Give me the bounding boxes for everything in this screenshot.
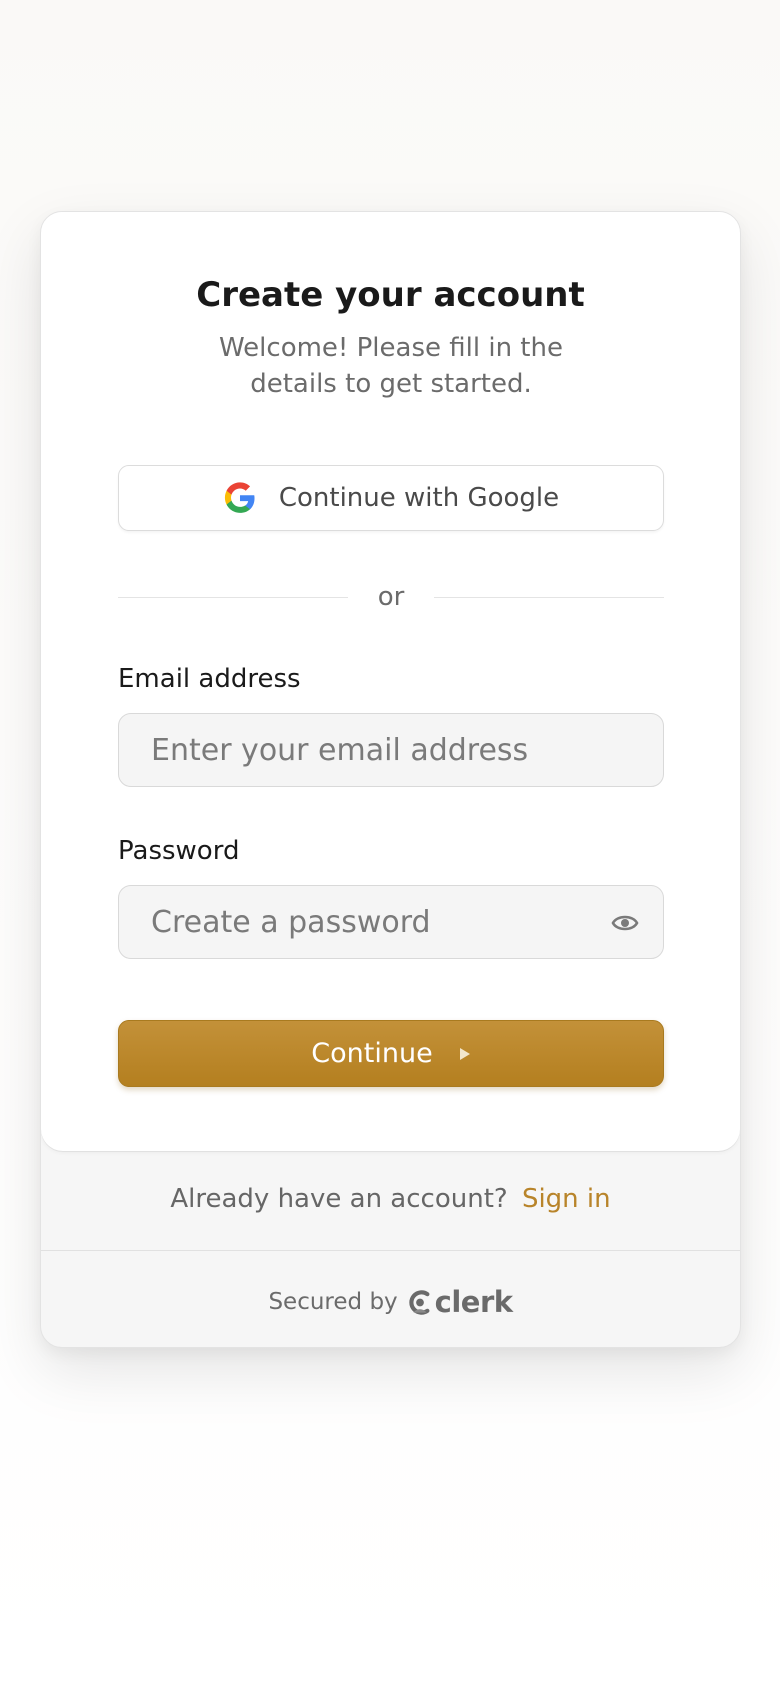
divider-line-right — [434, 596, 665, 598]
continue-with-google-button[interactable]: Continue with Google — [118, 465, 664, 531]
continue-button[interactable]: Continue — [118, 1020, 664, 1087]
secured-by-badge[interactable]: Secured by clerk — [41, 1285, 740, 1319]
footer-divider — [41, 1250, 740, 1251]
email-label: Email address — [118, 664, 301, 694]
divider-line-left — [118, 596, 348, 598]
divider-text: or — [377, 582, 405, 612]
or-divider: or — [118, 577, 665, 617]
eye-icon[interactable] — [611, 910, 639, 936]
signup-card: Create your account Welcome! Please fill… — [40, 211, 741, 1348]
continue-button-label: Continue — [311, 1038, 433, 1069]
signin-prompt: Already have an account? Sign in — [41, 1184, 740, 1214]
signin-prompt-text: Already have an account? — [170, 1184, 508, 1214]
signup-card-main: Create your account Welcome! Please fill… — [41, 212, 740, 1151]
google-g-icon — [223, 481, 257, 515]
play-arrow-icon — [459, 1047, 471, 1061]
google-button-label: Continue with Google — [278, 483, 560, 513]
password-label: Password — [118, 836, 240, 866]
page-subtitle: Welcome! Please fill in the details to g… — [219, 333, 563, 399]
password-field[interactable]: Create a password — [118, 885, 664, 959]
sign-in-link[interactable]: Sign in — [522, 1184, 611, 1214]
clerk-logo: clerk — [408, 1285, 513, 1319]
page-title: Create your account — [196, 275, 585, 315]
email-placeholder: Enter your email address — [151, 732, 529, 768]
password-placeholder: Create a password — [151, 904, 431, 940]
clerk-logo-icon — [408, 1289, 432, 1316]
clerk-wordmark: clerk — [434, 1285, 513, 1319]
secured-by-text: Secured by — [268, 1289, 398, 1315]
email-field[interactable]: Enter your email address — [118, 713, 664, 787]
